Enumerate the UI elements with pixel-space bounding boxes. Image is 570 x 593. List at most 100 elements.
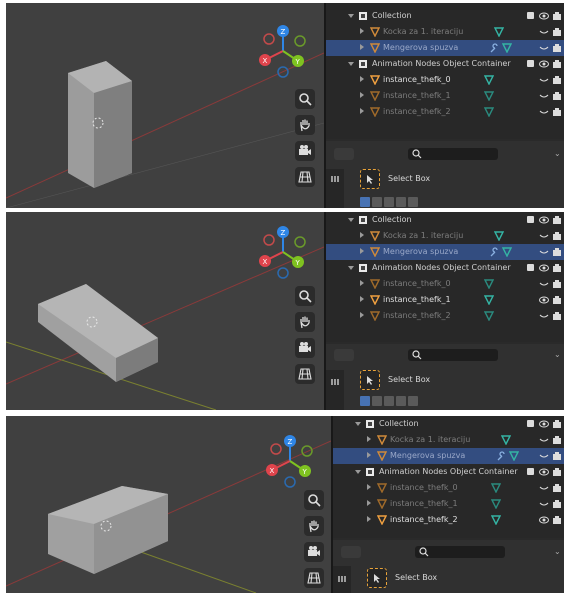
editor-type-dropdown[interactable] [334, 148, 354, 160]
outliner-row-mengerova[interactable]: Mengerova spuzva [326, 40, 564, 56]
expand-arrow-icon[interactable] [348, 266, 354, 270]
outliner-row-instance-2[interactable]: instance_thefk_2 [326, 104, 564, 120]
outliner-row-instance-0[interactable]: instance_thefk_0 [326, 276, 564, 292]
3d-viewport[interactable]: Z X Y [6, 212, 324, 410]
render-camera-icon[interactable] [552, 59, 562, 69]
eye-icon[interactable] [539, 467, 549, 477]
expand-arrow-icon[interactable] [367, 436, 371, 442]
3d-viewport[interactable]: Z X Y [6, 3, 324, 208]
render-camera-icon[interactable] [552, 247, 562, 257]
navigation-gizmo[interactable]: Z X Y [254, 222, 312, 282]
select-box-tool-icon[interactable] [367, 568, 387, 588]
outliner-row-instance-0[interactable]: instance_thefk_0 [326, 72, 564, 88]
expand-arrow-icon[interactable] [360, 248, 364, 254]
render-camera-icon[interactable] [552, 467, 562, 477]
chevron-down-icon[interactable]: ⌄ [554, 547, 561, 556]
navigation-gizmo[interactable]: Z X Y [254, 21, 312, 81]
render-camera-icon[interactable] [552, 515, 562, 525]
expand-arrow-icon[interactable] [355, 470, 361, 474]
expand-arrow-icon[interactable] [367, 516, 371, 522]
expand-arrow-icon[interactable] [360, 44, 364, 50]
eye-icon[interactable] [539, 295, 549, 305]
render-camera-icon[interactable] [552, 91, 562, 101]
render-camera-icon[interactable] [552, 43, 562, 53]
outliner-row-container[interactable]: Animation Nodes Object Container [326, 260, 564, 276]
eye-icon[interactable] [539, 11, 549, 21]
chevron-down-icon[interactable]: ⌄ [554, 350, 561, 359]
expand-arrow-icon[interactable] [348, 14, 354, 18]
expand-arrow-icon[interactable] [360, 280, 364, 286]
select-box-tool-icon[interactable] [360, 370, 380, 390]
editor-type-dropdown[interactable] [334, 349, 354, 361]
grid-perspective-icon[interactable] [304, 568, 324, 588]
outliner-row-instance-1[interactable]: instance_thefk_1 [326, 88, 564, 104]
tool-settings-tab[interactable] [333, 566, 351, 593]
camera-icon[interactable] [295, 338, 315, 358]
eye-closed-icon[interactable] [539, 451, 549, 461]
zoom-icon[interactable] [304, 490, 324, 510]
outliner-row-instance-1[interactable]: instance_thefk_1 [326, 292, 564, 308]
exclude-checkbox[interactable] [527, 264, 534, 271]
expand-arrow-icon[interactable] [360, 232, 364, 238]
outliner-row-collection[interactable]: Collection [326, 8, 564, 24]
outliner-row-container[interactable]: Animation Nodes Object Container [333, 464, 564, 480]
eye-icon[interactable] [539, 215, 549, 225]
outliner-row-mengerova[interactable]: Mengerova spuzva [326, 244, 564, 260]
eye-closed-icon[interactable] [539, 483, 549, 493]
outliner-row-container[interactable]: Animation Nodes Object Container [326, 56, 564, 72]
expand-arrow-icon[interactable] [367, 452, 371, 458]
eye-closed-icon[interactable] [539, 43, 549, 53]
render-camera-icon[interactable] [552, 483, 562, 493]
render-camera-icon[interactable] [552, 435, 562, 445]
expand-arrow-icon[interactable] [355, 422, 361, 426]
render-camera-icon[interactable] [552, 451, 562, 461]
tool-settings-tab[interactable] [326, 370, 344, 410]
outliner-row-kocka[interactable]: Kocka za 1. iteraciju [326, 228, 564, 244]
expand-arrow-icon[interactable] [348, 62, 354, 66]
render-camera-icon[interactable] [552, 215, 562, 225]
search-input[interactable] [408, 148, 498, 160]
outliner-row-instance-1[interactable]: instance_thefk_1 [333, 496, 564, 512]
render-camera-icon[interactable] [552, 107, 562, 117]
exclude-checkbox[interactable] [527, 216, 534, 223]
render-camera-icon[interactable] [552, 311, 562, 321]
outliner-row-instance-2[interactable]: instance_thefk_2 [333, 512, 564, 528]
search-input[interactable] [415, 546, 505, 558]
zoom-icon[interactable] [295, 286, 315, 306]
exclude-checkbox[interactable] [527, 60, 534, 67]
exclude-checkbox[interactable] [527, 12, 534, 19]
expand-arrow-icon[interactable] [367, 500, 371, 506]
eye-closed-icon[interactable] [539, 231, 549, 241]
grid-perspective-icon[interactable] [295, 167, 315, 187]
select-box-tool-icon[interactable] [360, 169, 380, 189]
eye-closed-icon[interactable] [539, 311, 549, 321]
editor-type-dropdown[interactable] [341, 546, 361, 558]
hand-pan-icon[interactable] [295, 115, 315, 135]
eye-icon[interactable] [539, 515, 549, 525]
eye-closed-icon[interactable] [539, 279, 549, 289]
render-camera-icon[interactable] [552, 279, 562, 289]
outliner-row-instance-0[interactable]: instance_thefk_0 [333, 480, 564, 496]
tool-settings-tab[interactable] [326, 169, 344, 208]
eye-closed-icon[interactable] [539, 499, 549, 509]
expand-arrow-icon[interactable] [367, 484, 371, 490]
expand-arrow-icon[interactable] [360, 108, 364, 114]
expand-arrow-icon[interactable] [348, 218, 354, 222]
selection-mode-buttons[interactable] [360, 396, 418, 406]
search-input[interactable] [408, 349, 498, 361]
outliner-row-mengerova[interactable]: Mengerova spuzva [333, 448, 564, 464]
hand-pan-icon[interactable] [304, 516, 324, 536]
eye-icon[interactable] [539, 59, 549, 69]
eye-closed-icon[interactable] [539, 27, 549, 37]
selection-mode-buttons[interactable] [360, 197, 418, 207]
render-camera-icon[interactable] [552, 11, 562, 21]
chevron-down-icon[interactable]: ⌄ [554, 149, 561, 158]
eye-icon[interactable] [539, 419, 549, 429]
expand-arrow-icon[interactable] [360, 92, 364, 98]
zoom-icon[interactable] [295, 89, 315, 109]
render-camera-icon[interactable] [552, 295, 562, 305]
hand-pan-icon[interactable] [295, 312, 315, 332]
navigation-gizmo[interactable]: Z X Y [261, 431, 319, 491]
grid-perspective-icon[interactable] [295, 364, 315, 384]
outliner-row-instance-2[interactable]: instance_thefk_2 [326, 308, 564, 324]
